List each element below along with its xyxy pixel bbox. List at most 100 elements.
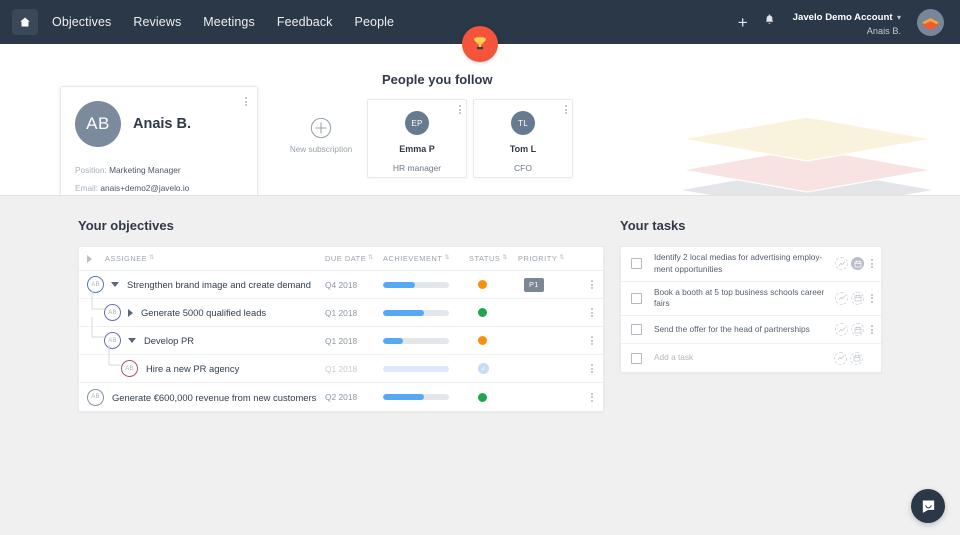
task-checkbox[interactable] bbox=[631, 258, 642, 269]
task-checkbox[interactable] bbox=[631, 324, 642, 335]
add-icon[interactable]: + bbox=[738, 14, 748, 31]
task-checkbox[interactable] bbox=[631, 353, 642, 364]
kebab-menu-icon[interactable] bbox=[591, 393, 593, 402]
task-label[interactable]: Send the offer for the head of partnersh… bbox=[654, 324, 829, 336]
calendar-icon[interactable] bbox=[851, 292, 864, 305]
column-status[interactable]: STATUS ⇅ bbox=[469, 254, 518, 263]
kebab-menu-icon[interactable] bbox=[871, 325, 873, 334]
achievement-badge[interactable] bbox=[462, 26, 498, 62]
nav-item-objectives[interactable]: Objectives bbox=[52, 15, 111, 29]
objective-row[interactable]: ABDevelop PRQ1 2018 bbox=[79, 327, 603, 355]
calendar-icon[interactable] bbox=[850, 352, 863, 365]
objective-row[interactable]: ABStrengthen brand image and create dema… bbox=[79, 271, 603, 299]
column-assignee[interactable]: ASSIGNEE ⇅ bbox=[105, 254, 325, 263]
person-avatar: EP bbox=[405, 111, 429, 135]
objective-row-actions[interactable] bbox=[580, 308, 603, 317]
kebab-menu-icon[interactable] bbox=[591, 336, 593, 345]
profile-position-value: Marketing Manager bbox=[109, 165, 180, 175]
notifications-bell-icon[interactable] bbox=[764, 13, 775, 31]
chat-bubble-icon bbox=[920, 498, 937, 515]
sort-arrows-icon: ⇅ bbox=[559, 256, 565, 261]
achievement-bar bbox=[383, 394, 449, 400]
person-card-tom[interactable]: TL Tom L CFO bbox=[473, 99, 573, 178]
objectives-section: Your objectives ASSIGNEE ⇅ DUE DATE ⇅ bbox=[78, 218, 604, 412]
column-achievement[interactable]: ACHIEVEMENT ⇅ bbox=[383, 254, 469, 263]
objective-priority: P1 bbox=[518, 278, 580, 292]
objective-due-date: Q1 2018 bbox=[325, 308, 383, 318]
trend-chart-icon[interactable] bbox=[835, 323, 848, 336]
objective-status: ✓ bbox=[469, 363, 518, 374]
person-role: HR manager bbox=[393, 163, 441, 173]
nav-item-meetings[interactable]: Meetings bbox=[203, 15, 255, 29]
kebab-menu-icon[interactable] bbox=[871, 259, 873, 268]
new-subscription-button[interactable]: New subscription bbox=[275, 117, 367, 154]
profile-email-label: Email: bbox=[75, 183, 98, 193]
nav-item-people[interactable]: People bbox=[355, 15, 395, 29]
profile-position-row: Position: Marketing Manager bbox=[75, 164, 243, 177]
objective-assignee-cell: ABGenerate €600,000 revenue from new cus… bbox=[87, 389, 325, 406]
objectives-table-header: ASSIGNEE ⇅ DUE DATE ⇅ ACHIEVEMENT ⇅ STAT… bbox=[79, 247, 603, 271]
task-row[interactable]: Book a booth at 5 top business schools c… bbox=[621, 282, 881, 317]
kebab-menu-icon[interactable] bbox=[871, 294, 873, 303]
task-actions bbox=[835, 323, 873, 336]
task-row[interactable]: Send the offer for the head of partnersh… bbox=[621, 316, 881, 344]
task-row[interactable]: Identify 2 local medias for advertising … bbox=[621, 247, 881, 282]
profile-card-kebab-icon[interactable] bbox=[245, 97, 247, 106]
priority-badge: P1 bbox=[524, 278, 544, 292]
avatar[interactable] bbox=[917, 9, 944, 36]
objective-row-actions[interactable] bbox=[580, 336, 603, 345]
objective-row[interactable]: ABHire a new PR agencyQ1 2018✓ bbox=[79, 355, 603, 383]
task-label[interactable]: Add a task bbox=[654, 352, 828, 364]
task-label[interactable]: Book a booth at 5 top business schools c… bbox=[654, 287, 829, 311]
achievement-bar bbox=[383, 310, 449, 316]
task-checkbox[interactable] bbox=[631, 293, 642, 304]
objectives-title: Your objectives bbox=[78, 218, 604, 233]
home-button[interactable] bbox=[12, 9, 38, 35]
calendar-icon[interactable] bbox=[851, 323, 864, 336]
person-card-kebab-icon[interactable] bbox=[565, 105, 567, 114]
task-actions bbox=[835, 292, 873, 305]
person-avatar: TL bbox=[511, 111, 535, 135]
status-dot bbox=[478, 393, 487, 402]
objectives-table: ASSIGNEE ⇅ DUE DATE ⇅ ACHIEVEMENT ⇅ STAT… bbox=[78, 246, 604, 412]
calendar-icon[interactable] bbox=[851, 257, 864, 270]
chat-launcher-button[interactable] bbox=[911, 489, 945, 523]
trophy-icon bbox=[471, 35, 489, 53]
task-label[interactable]: Identify 2 local medias for advertising … bbox=[654, 252, 829, 276]
column-achievement-label: ACHIEVEMENT bbox=[383, 254, 442, 263]
nav-item-feedback[interactable]: Feedback bbox=[277, 15, 333, 29]
nav-item-reviews[interactable]: Reviews bbox=[133, 15, 181, 29]
task-row[interactable]: Add a task bbox=[621, 344, 881, 372]
sort-arrows-icon: ⇅ bbox=[444, 256, 450, 261]
column-due-date[interactable]: DUE DATE ⇅ bbox=[325, 254, 383, 263]
objective-achievement bbox=[383, 282, 469, 288]
objective-status bbox=[469, 336, 518, 345]
kebab-menu-icon[interactable] bbox=[591, 280, 593, 289]
account-info[interactable]: Javelo Demo Account ▾ Anais B. bbox=[793, 6, 901, 38]
trend-chart-icon[interactable] bbox=[835, 257, 848, 270]
person-card-kebab-icon[interactable] bbox=[459, 105, 461, 114]
objective-row-actions[interactable] bbox=[580, 393, 603, 402]
objectives-rows: ABStrengthen brand image and create dema… bbox=[79, 271, 603, 411]
column-priority[interactable]: PRIORITY ⇅ bbox=[518, 254, 580, 263]
objective-row[interactable]: ABGenerate €600,000 revenue from new cus… bbox=[79, 383, 603, 411]
person-name: Tom L bbox=[510, 144, 536, 154]
expand-icon[interactable] bbox=[128, 309, 133, 317]
objective-title: Generate 5000 qualified leads bbox=[141, 307, 266, 318]
kebab-menu-icon[interactable] bbox=[591, 364, 593, 373]
trend-chart-icon[interactable] bbox=[835, 292, 848, 305]
objective-due-date: Q1 2018 bbox=[325, 336, 383, 346]
profile-email-value: anais+demo2@javelo.io bbox=[100, 183, 189, 193]
collapse-icon[interactable] bbox=[111, 282, 119, 287]
objective-row[interactable]: ABGenerate 5000 qualified leadsQ1 2018 bbox=[79, 299, 603, 327]
objective-row-actions[interactable] bbox=[580, 364, 603, 373]
column-assignee-label: ASSIGNEE bbox=[105, 254, 147, 263]
expand-all-icon[interactable] bbox=[87, 255, 92, 263]
person-card-emma[interactable]: EP Emma P HR manager bbox=[367, 99, 467, 178]
trend-chart-icon[interactable] bbox=[834, 352, 847, 365]
collapse-icon[interactable] bbox=[128, 338, 136, 343]
kebab-menu-icon[interactable] bbox=[591, 308, 593, 317]
tree-connector bbox=[91, 289, 107, 319]
objective-row-actions[interactable] bbox=[580, 280, 603, 289]
objective-title: Generate €600,000 revenue from new custo… bbox=[112, 392, 316, 403]
